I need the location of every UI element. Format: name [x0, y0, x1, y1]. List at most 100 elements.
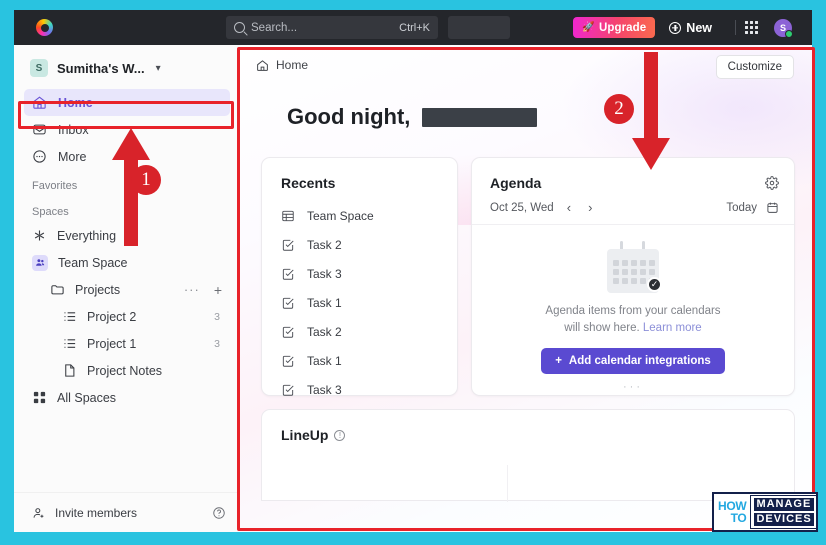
folder-icon [51, 285, 64, 295]
sidebar-item-project-notes[interactable]: Project Notes [24, 357, 230, 384]
invite-members-icon [33, 507, 44, 518]
lineup-card: LineUp ! [261, 409, 795, 502]
more-icon [33, 150, 46, 163]
sidebar-item-inbox[interactable]: Inbox [24, 116, 230, 143]
sidebar-item-label: Everything [57, 228, 117, 243]
prev-day-button[interactable]: ‹ [563, 200, 575, 215]
rocket-icon: 🚀 [582, 21, 595, 33]
agenda-date: Oct 25, Wed [490, 201, 554, 214]
sidebar-item-all-spaces[interactable]: All Spaces [24, 384, 230, 411]
check-badge-icon: ✓ [647, 277, 662, 292]
upgrade-label: Upgrade [598, 21, 647, 34]
list-item[interactable]: Task 1 [262, 288, 457, 317]
sidebar-item-home[interactable]: Home [24, 89, 230, 116]
sidebar-item-more[interactable]: More [24, 143, 230, 170]
task-icon [282, 268, 294, 280]
empty-line-2: will show here. [564, 321, 643, 334]
list-item-label: Task 3 [307, 382, 342, 397]
sidebar-item-label: Projects [75, 282, 121, 297]
add-calendar-integrations-button[interactable]: + Add calendar integrations [541, 348, 725, 375]
favorites-section-label: Favorites [32, 180, 78, 192]
list-item-label: Task 1 [307, 353, 342, 368]
upgrade-button[interactable]: 🚀 Upgrade [573, 17, 656, 38]
agenda-empty-text: Agenda items from your calendars will sh… [545, 303, 720, 336]
list-item[interactable]: Team Space [262, 201, 457, 230]
new-label: New [686, 20, 712, 35]
list-item[interactable]: Task 3 [262, 259, 457, 288]
help-icon[interactable] [212, 506, 226, 520]
main-content: Home Customize Good night, Recents Team … [240, 45, 812, 532]
task-icon [282, 326, 294, 338]
sidebar-footer: Invite members [14, 492, 240, 532]
plus-icon: + [555, 355, 562, 368]
plus-circle-icon [669, 21, 682, 34]
workspace-switcher[interactable]: S Sumitha's W... ▾ [14, 45, 240, 89]
empty-line-1: Agenda items from your calendars [545, 305, 721, 317]
sidebar-item-team-space[interactable]: Team Space [24, 249, 230, 276]
list-icon [64, 312, 76, 321]
item-count: 3 [214, 310, 220, 323]
info-icon[interactable]: ! [334, 429, 346, 441]
list-item-label: Task 1 [307, 295, 342, 310]
search-shortcut: Ctrl+K [399, 21, 430, 34]
invite-members-label[interactable]: Invite members [46, 506, 212, 520]
sidebar-item-label: Project Notes [87, 363, 163, 378]
list-item[interactable]: Task 1 [262, 346, 457, 375]
toolbar-divider [735, 20, 736, 35]
new-button[interactable]: New [655, 21, 726, 35]
projects-add-icon[interactable]: + [210, 282, 230, 298]
sidebar-item-label: More [58, 149, 87, 164]
task-icon [282, 297, 294, 309]
inbox-icon [33, 124, 46, 135]
avatar-initial: S [779, 22, 786, 33]
learn-more-link[interactable]: Learn more [643, 322, 702, 334]
today-button[interactable]: Today [726, 202, 757, 214]
gear-icon[interactable] [765, 176, 779, 190]
recents-title: Recents [281, 175, 336, 191]
sidebar-item-project-2[interactable]: Project 2 3 [24, 303, 230, 330]
search-input[interactable]: Search... Ctrl+K [226, 16, 438, 39]
sidebar-item-label: Home [58, 95, 93, 110]
table-icon [282, 210, 294, 221]
chevron-down-icon[interactable]: ▾ [156, 63, 161, 74]
cards-row: Recents Team Space Task 2 Task 3 Task 1 … [240, 130, 812, 397]
agenda-empty-state: ✓ Agenda items from your calendars will … [472, 225, 794, 393]
list-item-label: Task 2 [307, 324, 342, 339]
avatar[interactable]: S [774, 18, 793, 38]
search-icon [234, 22, 245, 33]
home-icon [257, 59, 268, 71]
task-icon [282, 355, 294, 367]
watermark-manage: MANAGE [754, 498, 814, 511]
apps-grid-icon[interactable] [745, 21, 758, 34]
item-count: 3 [214, 337, 220, 350]
task-icon [282, 384, 294, 396]
sidebar-item-everything[interactable]: Everything [24, 222, 230, 249]
watermark-devices: DEVICES [754, 513, 814, 526]
projects-more-icon[interactable]: ··· [184, 282, 200, 297]
sidebar-item-project-1[interactable]: Project 1 3 [24, 330, 230, 357]
lineup-title-row: LineUp ! [262, 410, 794, 443]
list-item[interactable]: Task 2 [262, 317, 457, 346]
search-adjacent-stub [448, 16, 510, 39]
workspace-name: Sumitha's W... [57, 60, 145, 76]
all-spaces-icon [33, 391, 46, 404]
list-item[interactable]: Task 3 [262, 375, 457, 404]
list-item[interactable]: Task 2 [262, 230, 457, 259]
calendar-illustration-icon: ✓ [602, 239, 664, 295]
calendar-icon[interactable] [766, 201, 779, 214]
sidebar-item-projects[interactable]: Projects ··· + [24, 276, 230, 303]
top-bar: Search... Ctrl+K 🚀 Upgrade New S [14, 10, 812, 45]
greeting: Good night, [240, 72, 812, 130]
next-day-button[interactable]: › [584, 200, 596, 215]
spaces-section-label: Spaces [32, 206, 69, 218]
watermark-right: MANAGE DEVICES [750, 495, 818, 529]
team-space-icon [32, 254, 48, 271]
clickup-logo-icon[interactable] [36, 19, 53, 36]
carousel-dots[interactable]: ··· [623, 381, 643, 393]
greeting-text: Good night, [287, 104, 411, 129]
workspace-badge: S [30, 59, 48, 77]
logo-area [14, 19, 226, 36]
sidebar-item-label: All Spaces [57, 390, 117, 405]
sidebar-item-label: Team Space [58, 255, 128, 270]
agenda-date-bar: Oct 25, Wed ‹ › Today [472, 191, 794, 225]
